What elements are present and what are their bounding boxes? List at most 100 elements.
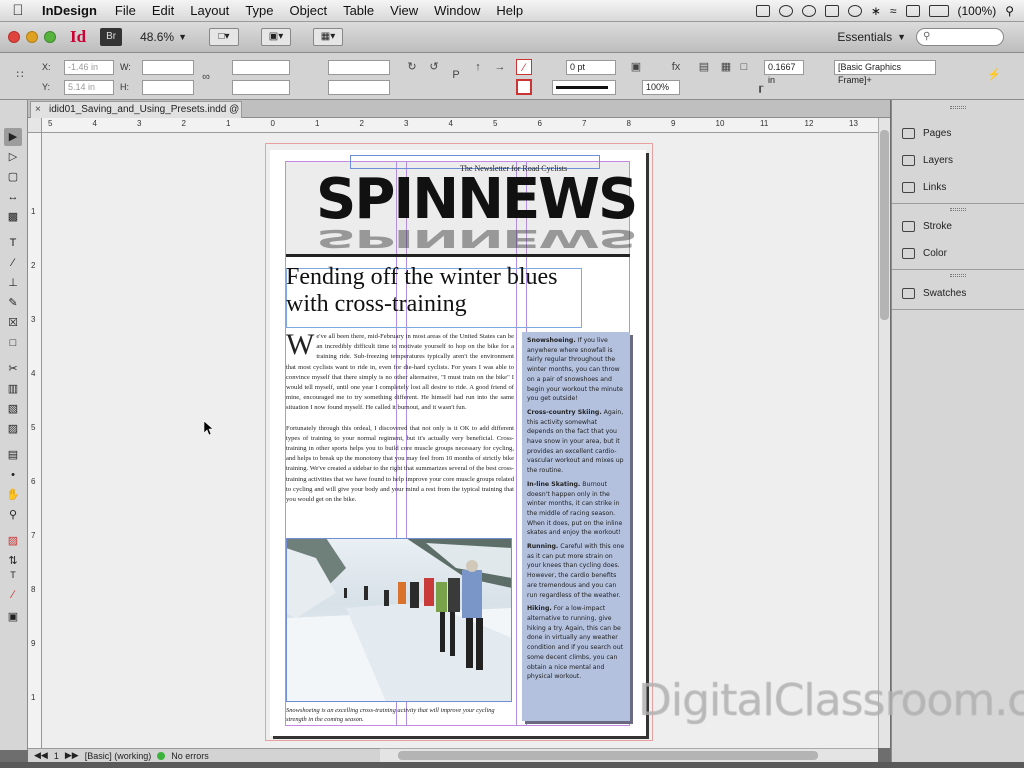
menu-window[interactable]: Window: [426, 3, 488, 18]
effects-icon[interactable]: fx: [668, 59, 684, 75]
sync-icon[interactable]: [801, 4, 816, 17]
gradient-feather-tool-icon[interactable]: ▨: [4, 420, 22, 438]
screen-mode-button[interactable]: ▣▾: [261, 28, 292, 46]
flip-icon[interactable]: P: [448, 67, 464, 83]
panel-layers[interactable]: Layers: [902, 155, 953, 166]
menu-view[interactable]: View: [382, 3, 426, 18]
horizontal-ruler[interactable]: 5 4 3 2 1 0 1 2 3 4 5 6 7 8 9 10 11 12 13: [42, 118, 878, 133]
workspace-switcher[interactable]: Essentials: [837, 30, 892, 44]
rotate-ccw-icon[interactable]: ↺: [426, 59, 442, 75]
opacity-field[interactable]: 100%: [642, 80, 680, 95]
photo-caption[interactable]: Snowshoeing is an excelling cross-traini…: [286, 706, 512, 724]
pen-tool-icon[interactable]: ⊥: [4, 274, 22, 292]
minimize-window-button[interactable]: [26, 31, 38, 43]
stroke-swatch-icon[interactable]: [516, 79, 532, 95]
panel-pages[interactable]: Pages: [902, 128, 951, 139]
horizontal-scroll-thumb[interactable]: [398, 751, 818, 760]
rectangle-frame-tool-icon[interactable]: ☒: [4, 314, 22, 332]
app-menu[interactable]: InDesign: [36, 3, 107, 18]
page-tool-icon[interactable]: ▢: [4, 168, 22, 186]
height-field[interactable]: [142, 80, 194, 95]
panel-stroke[interactable]: Stroke: [902, 221, 952, 232]
horizontal-scrollbar[interactable]: [380, 748, 878, 762]
menu-type[interactable]: Type: [237, 3, 281, 18]
zoom-window-button[interactable]: [44, 31, 56, 43]
zoom-level[interactable]: 48.6%: [140, 30, 174, 44]
vertical-scrollbar[interactable]: [878, 118, 890, 748]
type-tool-icon[interactable]: T: [4, 234, 22, 252]
apply-none-icon[interactable]: ∕: [4, 586, 22, 604]
zoom-dropdown-icon[interactable]: ▼: [178, 32, 187, 42]
document-tab[interactable]: × idid01_Saving_and_Using_Presets.indd @…: [30, 101, 242, 130]
fill-stroke-icon[interactable]: ▨: [4, 532, 22, 550]
display-icon[interactable]: [824, 4, 839, 17]
dropbox-icon[interactable]: [778, 4, 793, 17]
select-next-icon[interactable]: →: [492, 59, 508, 75]
menu-object[interactable]: Object: [282, 3, 336, 18]
next-page-button[interactable]: ▶▶: [65, 750, 79, 761]
article-headline[interactable]: Fending off the winter blues with cross-…: [286, 264, 576, 318]
pencil-tool-icon[interactable]: ✎: [4, 294, 22, 312]
gap-field[interactable]: 0.1667 in: [764, 60, 804, 85]
volume-icon[interactable]: [905, 4, 920, 17]
panel-grip[interactable]: [950, 274, 966, 277]
free-transform-tool-icon[interactable]: ▥: [4, 380, 22, 398]
article-body[interactable]: We've all been there, mid-February in mo…: [286, 330, 514, 515]
quick-apply-icon[interactable]: ⚡: [986, 67, 1002, 83]
sidebar-box[interactable]: Snowshoeing. If you live anywhere where …: [522, 332, 630, 721]
close-tab-icon[interactable]: ×: [35, 102, 41, 117]
gradient-swatch-tool-icon[interactable]: ▧: [4, 400, 22, 418]
x-position-field[interactable]: -1.46 in: [64, 60, 114, 75]
fitting-icon[interactable]: ▣: [628, 59, 644, 75]
preflight-profile[interactable]: [Basic] (working): [85, 751, 152, 761]
zoom-tool-icon[interactable]: ⚲: [4, 506, 22, 524]
menu-file[interactable]: File: [107, 3, 144, 18]
formatting-affects-text-icon[interactable]: T: [4, 566, 22, 584]
page-number-field[interactable]: 1: [54, 751, 59, 761]
time-machine-icon[interactable]: [847, 4, 862, 17]
y-position-field[interactable]: 5.14 in: [64, 80, 114, 95]
text-wrap-icon[interactable]: ▤: [696, 59, 712, 75]
stroke-weight-field[interactable]: 0 pt: [566, 60, 616, 75]
wifi-icon[interactable]: ≈: [890, 4, 897, 18]
panel-links[interactable]: Links: [902, 182, 946, 193]
scale-y-field[interactable]: [232, 80, 290, 95]
corner-options-icon[interactable]: ┎: [752, 79, 768, 95]
auto-fit-icon[interactable]: □: [736, 59, 752, 75]
line-tool-icon[interactable]: ∕: [4, 254, 22, 272]
bluetooth-icon[interactable]: ∗: [871, 4, 881, 18]
apple-icon[interactable]: : [0, 2, 36, 19]
scissors-tool-icon[interactable]: ✂: [4, 360, 22, 378]
preflight-errors[interactable]: No errors: [171, 751, 209, 761]
reference-point-icon[interactable]: ∷: [12, 67, 28, 83]
view-options-button[interactable]: □▾: [209, 28, 240, 46]
content-collector-icon[interactable]: ▩: [4, 208, 22, 226]
menu-help[interactable]: Help: [488, 3, 531, 18]
hand-tool-icon[interactable]: ✋: [4, 486, 22, 504]
panel-grip[interactable]: [950, 106, 966, 109]
constrain-proportions-icon[interactable]: ∞: [198, 69, 214, 85]
spotlight-icon[interactable]: ⚲: [1005, 4, 1014, 18]
go-to-bridge-button[interactable]: Br: [100, 28, 123, 46]
arrange-documents-button[interactable]: ▦▾: [313, 28, 344, 46]
close-window-button[interactable]: [8, 31, 20, 43]
scale-x-field[interactable]: [232, 60, 290, 75]
rotate-cw-icon[interactable]: ↻: [404, 59, 420, 75]
vertical-scroll-thumb[interactable]: [880, 130, 889, 320]
first-page-button[interactable]: ◀◀: [34, 750, 48, 761]
menu-layout[interactable]: Layout: [182, 3, 237, 18]
workspace-dropdown-icon[interactable]: ▼: [897, 32, 906, 42]
select-container-icon[interactable]: ↑: [470, 59, 486, 75]
document-page[interactable]: The Newsletter for Road Cyclists SPINNEW…: [270, 150, 646, 736]
eyedropper-tool-icon[interactable]: •: [4, 466, 22, 484]
panel-swatches[interactable]: Swatches: [902, 288, 966, 299]
menu-table[interactable]: Table: [335, 3, 382, 18]
panel-color[interactable]: Color: [902, 248, 947, 259]
object-style-dropdown[interactable]: [Basic Graphics Frame]+: [834, 60, 936, 85]
rotation-field[interactable]: [328, 60, 390, 75]
wrap-around-icon[interactable]: ▦: [718, 59, 734, 75]
ruler-origin[interactable]: [28, 118, 42, 133]
panel-grip[interactable]: [950, 208, 966, 211]
screen-mode-icon[interactable]: ▣: [4, 608, 22, 626]
shear-field[interactable]: [328, 80, 390, 95]
